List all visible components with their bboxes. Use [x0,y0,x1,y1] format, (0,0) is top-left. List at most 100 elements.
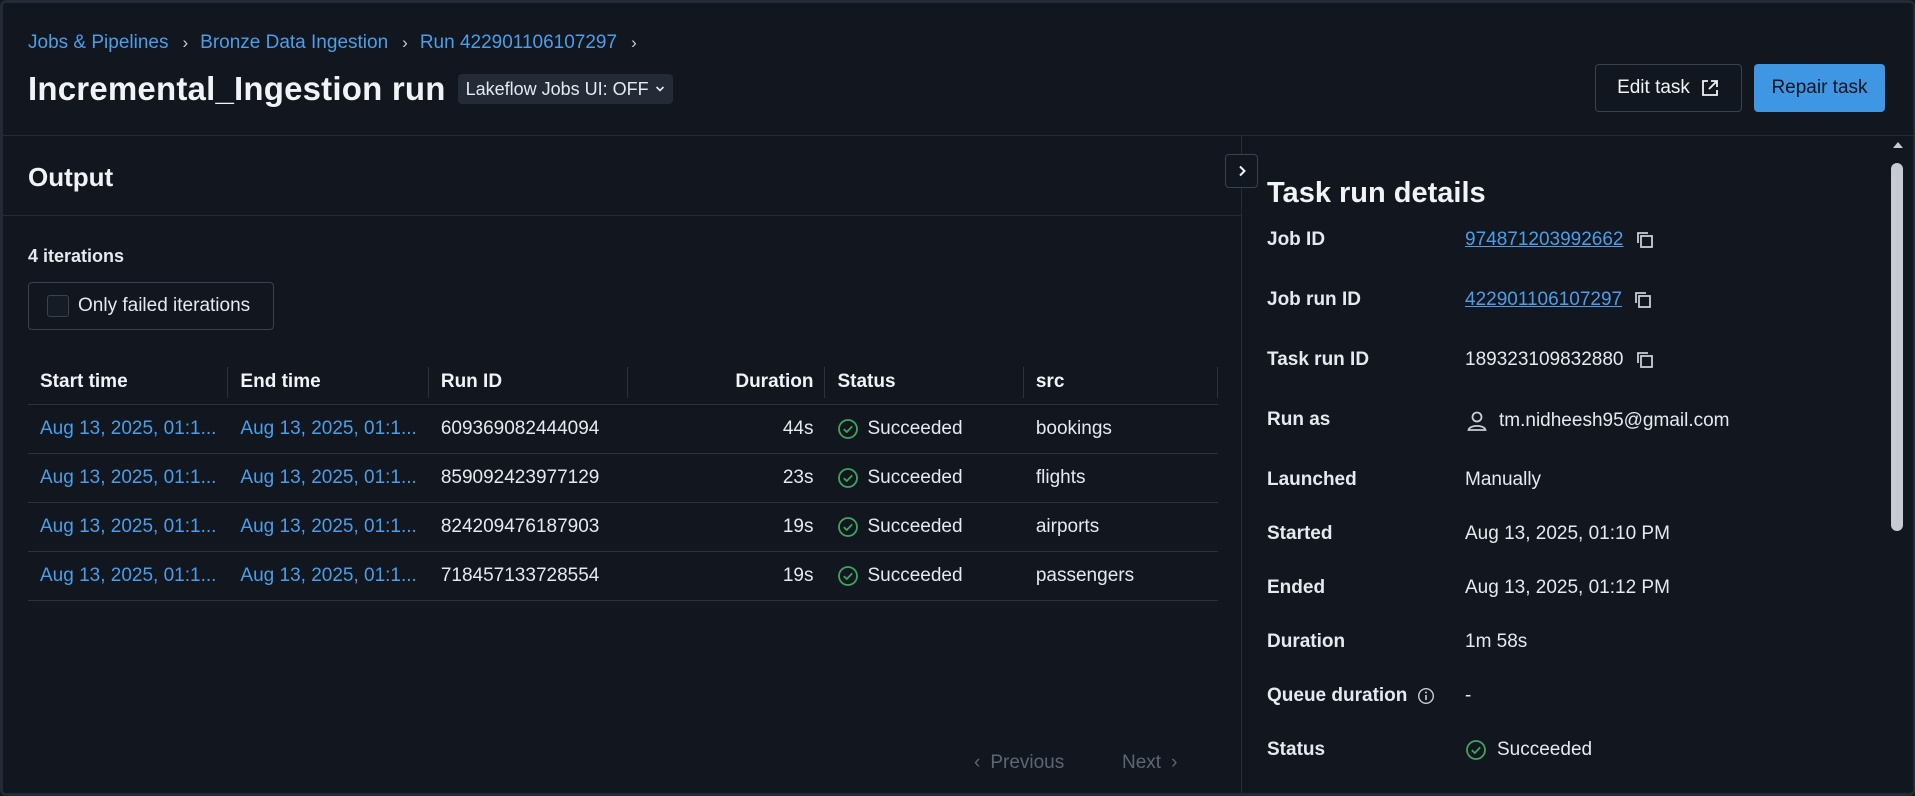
run-as-email: tm.nidheesh95@gmail.com [1499,410,1730,431]
next-page-button[interactable]: Next › [1122,752,1177,774]
start-time-link[interactable]: Aug 13, 2025, 01:1... [28,502,229,552]
job-run-id-label: Job run ID [1267,289,1361,310]
copy-icon[interactable] [1634,229,1656,251]
launched-value: Manually [1465,469,1542,490]
status-label: Succeeded [867,466,963,488]
chevron-right-icon: › [1171,752,1178,773]
page-title: Incremental_Ingestion run [28,70,446,107]
status-label: Succeeded [867,515,963,537]
table-row: Aug 13, 2025, 01:1... Aug 13, 2025, 01:1… [28,404,1218,454]
chevron-right-icon: › [182,33,189,52]
edit-task-button[interactable]: Edit task [1595,64,1742,112]
duration-label: Duration [1267,631,1346,652]
run-id-cell: 718457133728554 [428,551,628,601]
run-id-cell: 824209476187903 [428,502,628,552]
only-failed-checkbox[interactable] [47,295,69,317]
status-label-row: Status [1267,739,1326,760]
job-id-label: Job ID [1267,229,1326,250]
previous-page-button[interactable]: ‹ Previous [974,752,1064,774]
table-header-row: Start time End time Run ID Duration Stat… [28,361,1218,405]
run-as-value: tm.nidheesh95@gmail.com [1465,409,1730,433]
breadcrumb-jobs-pipelines[interactable]: Jobs & Pipelines [28,32,168,54]
iterations-count: 4 iterations [28,246,125,266]
col-start-time[interactable]: Start time [28,361,229,405]
task-run-details-title: Task run details [1267,177,1486,209]
info-icon[interactable] [1417,687,1435,705]
job-run-id-value: 422901106107297 [1465,289,1654,311]
breadcrumb: Jobs & Pipelines › Bronze Data Ingestion… [28,32,649,54]
col-status[interactable]: Status [825,361,1024,405]
end-time-link[interactable]: Aug 13, 2025, 01:1... [228,453,429,503]
start-time-link[interactable]: Aug 13, 2025, 01:1... [28,404,229,454]
job-id-value: 974871203992662 [1465,229,1656,251]
col-src[interactable]: src [1023,361,1218,405]
check-circle-icon [1466,740,1486,760]
job-run-id-link[interactable]: 422901106107297 [1465,289,1622,311]
previous-label: Previous [990,752,1065,773]
run-id-cell: 859092423977129 [428,453,628,503]
queue-duration-label: Queue duration [1267,685,1408,706]
launched-label: Launched [1267,469,1357,490]
duration-cell: 23s [627,453,826,503]
edit-task-label: Edit task [1617,77,1690,98]
end-time-link[interactable]: Aug 13, 2025, 01:1... [228,502,429,552]
scroll-up-icon[interactable] [1889,138,1907,152]
start-time-link[interactable]: Aug 13, 2025, 01:1... [28,453,229,503]
repair-task-button[interactable]: Repair task [1754,64,1885,112]
table-row: Aug 13, 2025, 01:1... Aug 13, 2025, 01:1… [28,502,1218,552]
duration-value: 1m 58s [1465,631,1528,652]
user-icon [1467,411,1487,431]
status-cell: Succeeded [825,502,1024,552]
task-run-id-label: Task run ID [1267,349,1370,370]
chevron-right-icon: › [631,33,637,52]
breadcrumb-bronze-data-ingestion[interactable]: Bronze Data Ingestion [200,32,388,54]
status-cell: Succeeded [825,404,1024,454]
src-cell: passengers [1023,551,1218,601]
started-value: Aug 13, 2025, 01:10 PM [1465,523,1670,544]
job-id-link[interactable]: 974871203992662 [1465,229,1624,251]
queue-duration-value: - [1465,685,1472,706]
table-row: Aug 13, 2025, 01:1... Aug 13, 2025, 01:1… [28,453,1218,503]
chevron-left-icon: ‹ [974,752,981,773]
start-time-link[interactable]: Aug 13, 2025, 01:1... [28,551,229,601]
check-circle-icon [838,516,859,537]
queue-duration-row-label: Queue duration [1267,685,1435,707]
ui-toggle-label: Lakeflow Jobs UI: OFF [465,78,649,99]
table-row: Aug 13, 2025, 01:1... Aug 13, 2025, 01:1… [28,551,1218,601]
copy-icon[interactable] [1632,289,1654,311]
col-duration[interactable]: Duration [627,361,826,405]
duration-cell: 44s [627,404,826,454]
next-label: Next [1122,752,1162,773]
chevron-down-icon [655,86,664,92]
external-link-icon [1702,80,1718,96]
only-failed-label: Only failed iterations [78,295,251,316]
panel-divider [1241,136,1242,796]
duration-cell: 19s [627,502,826,552]
end-time-link[interactable]: Aug 13, 2025, 01:1... [228,551,429,601]
copy-icon[interactable] [1634,349,1656,371]
run-id-cell: 609369082444094 [428,404,628,454]
task-run-id-text: 189323109832880 [1465,349,1624,370]
iterations-table: Start time End time Run ID Duration Stat… [28,361,1218,601]
check-circle-icon [838,467,859,488]
collapse-panel-button[interactable] [1225,154,1258,188]
status-text: Succeeded [1497,739,1593,760]
output-divider [3,215,1241,216]
col-run-id[interactable]: Run ID [428,361,628,405]
src-cell: flights [1023,453,1218,503]
title-row: Incremental_Ingestion run Lakeflow Jobs … [28,70,673,108]
check-circle-icon [838,565,859,586]
started-label: Started [1267,523,1333,544]
only-failed-filter[interactable]: Only failed iterations [28,282,274,330]
breadcrumb-run[interactable]: Run 422901106107297 [420,32,617,54]
end-time-link[interactable]: Aug 13, 2025, 01:1... [228,404,429,454]
chevron-right-icon: › [402,33,408,52]
scrollbar-thumb[interactable] [1891,163,1903,531]
ended-value: Aug 13, 2025, 01:12 PM [1465,577,1670,598]
src-cell: bookings [1023,404,1218,454]
status-value: Succeeded [1465,739,1592,761]
status-label: Succeeded [867,564,963,586]
col-end-time[interactable]: End time [228,361,429,405]
run-as-label: Run as [1267,409,1331,430]
lakeflow-ui-toggle[interactable]: Lakeflow Jobs UI: OFF [457,74,673,104]
